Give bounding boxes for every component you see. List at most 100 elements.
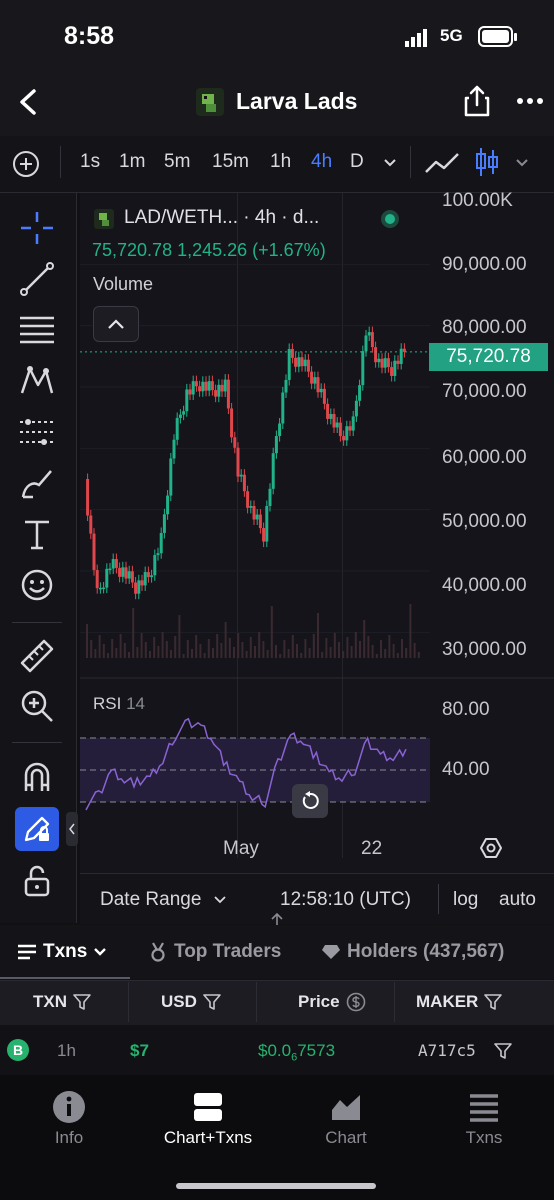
tab-top-traders[interactable]: Top Traders [148, 941, 281, 963]
volume-bar [224, 622, 227, 658]
timeframe-15m[interactable]: 15m [212, 151, 249, 173]
crosshair-tool[interactable] [14, 207, 60, 249]
tab-holders-label: Holders (437,567) [347, 941, 505, 962]
nav-txns[interactable]: Txns [434, 1090, 534, 1148]
candle-body [252, 505, 256, 520]
price-tick: 30,000.00 [442, 639, 527, 660]
filter-icon [484, 994, 503, 1010]
volume-bar [371, 645, 374, 658]
prediction-tool[interactable] [14, 411, 60, 453]
volume-bar [98, 635, 101, 658]
chart-settings-icon[interactable] [479, 836, 503, 860]
log-scale-toggle[interactable]: log [453, 889, 478, 911]
magnet-tool[interactable] [14, 756, 60, 798]
timeframe-5m[interactable]: 5m [164, 151, 190, 173]
info-icon [53, 1091, 85, 1123]
lock-drawings-button[interactable] [15, 807, 59, 851]
volume-bar [102, 644, 105, 658]
column-divider [128, 982, 129, 1022]
collapse-legend-button[interactable] [93, 306, 139, 342]
text-tool[interactable] [14, 513, 60, 555]
timeframe-1h[interactable]: 1h [270, 151, 291, 173]
trendline-tool[interactable] [14, 258, 60, 300]
token-logo-icon [196, 88, 224, 116]
candle-body [207, 381, 211, 391]
volume-bar [308, 648, 311, 658]
timeframe-d[interactable]: D [350, 151, 364, 173]
ruler-tool[interactable] [14, 635, 60, 677]
volume-label[interactable]: Volume [93, 274, 153, 295]
candle-body [111, 559, 115, 569]
volume-bar [384, 649, 387, 658]
volume-bar [396, 653, 399, 658]
brush-icon [21, 470, 52, 499]
candle-body [246, 491, 250, 508]
timeframe-1m[interactable]: 1m [119, 151, 145, 173]
candle-body [108, 568, 112, 571]
date-range-label: Date Range [100, 889, 202, 910]
volume-bar [144, 642, 147, 658]
page-title: Larva Lads [236, 88, 358, 114]
tab-txns[interactable]: Txns [17, 941, 107, 963]
volume-bar [237, 633, 240, 658]
fib-tool[interactable] [14, 309, 60, 351]
auto-scale-toggle[interactable]: auto [499, 889, 536, 911]
chart-type-dropdown-icon[interactable] [515, 158, 529, 168]
add-indicator-icon[interactable] [12, 150, 40, 178]
candle-body [242, 474, 246, 492]
txn-maker[interactable]: A717c5 [418, 1041, 476, 1060]
pattern-tool[interactable] [14, 360, 60, 402]
more-icon[interactable] [516, 96, 544, 106]
line-chart-icon[interactable] [424, 150, 460, 176]
candle-body [175, 417, 179, 440]
volume-bar [287, 649, 290, 658]
time-tick: May [223, 838, 259, 859]
price-tick: 100.00K [442, 190, 513, 211]
candle-body [166, 495, 170, 515]
zoom-tool[interactable] [14, 685, 60, 727]
collapse-tools-handle[interactable] [66, 812, 78, 846]
nav-chart-txns[interactable]: Chart+Txns [148, 1090, 268, 1148]
symbol-legend[interactable]: LAD/WETH... · 4h · d... [124, 207, 319, 229]
volume-bar [363, 620, 366, 658]
candle-body [348, 426, 352, 431]
candle-body [249, 505, 253, 508]
txns-list-icon [470, 1094, 498, 1122]
volume-bar [333, 633, 336, 658]
unlock-tool[interactable] [14, 860, 60, 902]
nav-info-label: Info [54, 1128, 84, 1147]
nav-chart[interactable]: Chart [296, 1090, 396, 1148]
column-header-usd[interactable]: USD [161, 992, 221, 1012]
brush-tool[interactable] [14, 462, 60, 504]
timeframe-4h[interactable]: 4h [311, 151, 332, 173]
candlestick-icon[interactable] [474, 146, 500, 178]
nav-txns-label: Txns [465, 1128, 503, 1147]
nav-chart-txns-label: Chart+Txns [163, 1128, 253, 1147]
rsi-label[interactable]: RSI 14 [93, 694, 145, 714]
candle-body [134, 582, 138, 594]
timeframe-1s[interactable]: 1s [80, 151, 100, 173]
tab-holders[interactable]: Holders (437,567) [321, 941, 504, 963]
back-icon[interactable] [16, 88, 40, 116]
candle-body [156, 553, 160, 556]
volume-bar [392, 644, 395, 658]
nav-info[interactable]: Info [19, 1090, 119, 1148]
column-header-maker[interactable]: MAKER [416, 992, 503, 1012]
utc-clock[interactable]: 12:58:10 (UTC) [280, 889, 411, 911]
volume-bar [405, 648, 408, 658]
volume-bar [233, 647, 235, 658]
volume-bar [186, 640, 189, 658]
txn-age: 1h [57, 1041, 76, 1060]
timeframe-dropdown-icon[interactable] [383, 158, 397, 168]
filter-maker-icon[interactable] [494, 1043, 512, 1059]
candle-body [278, 423, 282, 437]
candle-body [390, 367, 394, 376]
date-range-button[interactable]: Date Range [100, 889, 201, 911]
column-header-txn[interactable]: TXN [33, 992, 91, 1012]
column-header-price[interactable]: Price [298, 992, 366, 1012]
share-icon[interactable] [463, 84, 491, 118]
candle-body [281, 392, 285, 424]
reset-chart-button[interactable] [292, 784, 328, 818]
emoji-tool[interactable] [14, 564, 60, 606]
candle-body [274, 436, 278, 454]
